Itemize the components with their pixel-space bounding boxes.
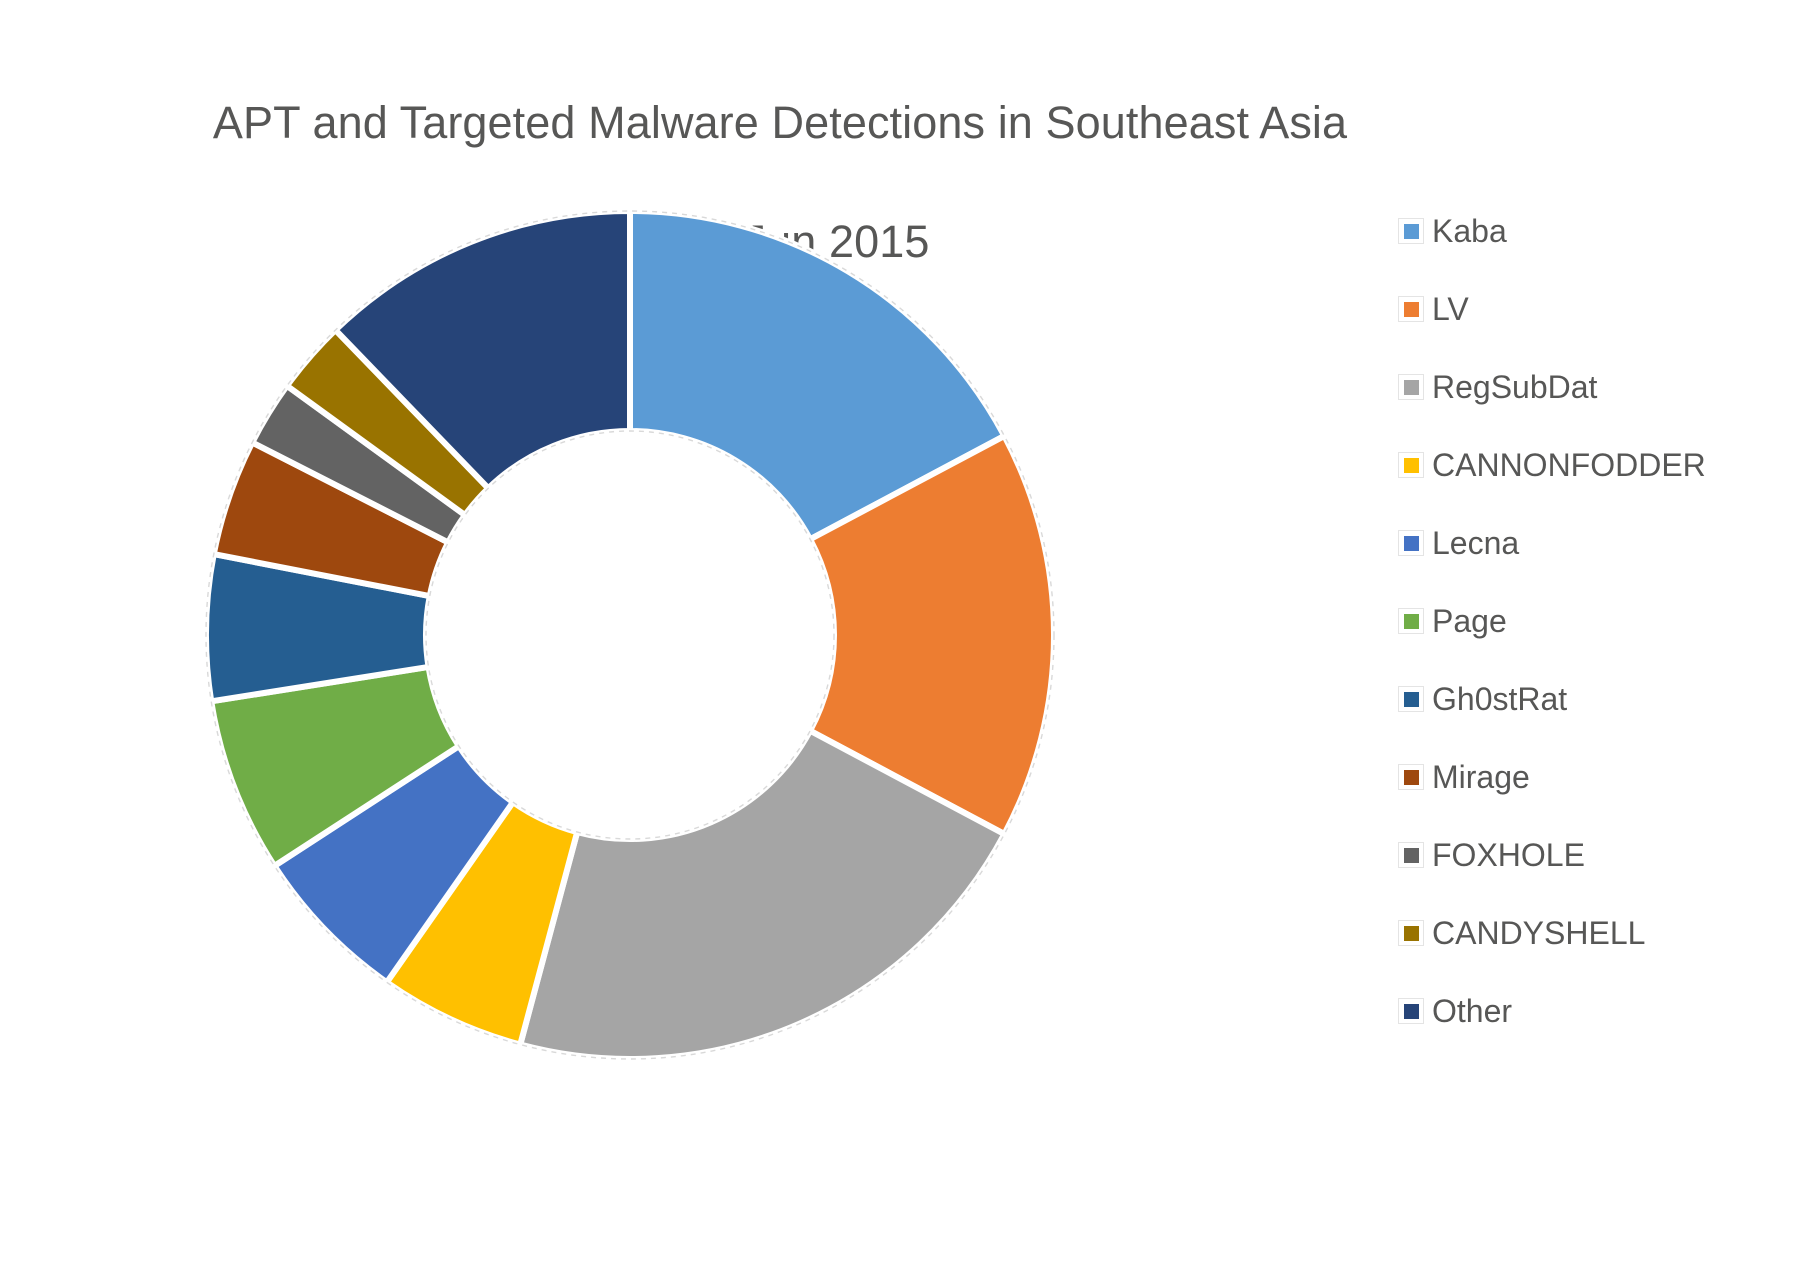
- legend-item[interactable]: CANDYSHELL: [1398, 894, 1798, 972]
- legend-item-label: Gh0stRat: [1432, 681, 1568, 717]
- legend-item[interactable]: Mirage: [1398, 738, 1798, 816]
- legend-swatch-icon: [1398, 686, 1424, 712]
- legend-item-label: Other: [1432, 993, 1513, 1029]
- legend-item[interactable]: Kaba: [1398, 192, 1798, 270]
- legend-swatch-fill: [1403, 925, 1419, 941]
- chart-legend: Kaba LV RegSubDat CANNONFODDER Lecna Page Gh0s…: [1398, 192, 1798, 1050]
- legend-swatch-fill: [1403, 457, 1419, 473]
- legend-swatch-icon: [1398, 608, 1424, 634]
- donut-slice-group: [203, 208, 1057, 1062]
- legend-item-label: CANNONFODDER: [1432, 447, 1706, 483]
- legend-swatch-icon: [1398, 218, 1424, 244]
- legend-item[interactable]: LV: [1398, 270, 1798, 348]
- legend-item[interactable]: RegSubDat: [1398, 348, 1798, 426]
- legend-item-label: Lecna: [1432, 525, 1520, 561]
- legend-swatch-fill: [1403, 301, 1419, 317]
- legend-swatch-fill: [1403, 691, 1419, 707]
- legend-swatch-icon: [1398, 296, 1424, 322]
- legend-swatch-icon: [1398, 920, 1424, 946]
- legend-item-label: Mirage: [1432, 759, 1530, 795]
- legend-item-label: Kaba: [1432, 213, 1507, 249]
- legend-swatch-icon: [1398, 452, 1424, 478]
- legend-swatch-icon: [1398, 998, 1424, 1024]
- legend-item[interactable]: Page: [1398, 582, 1798, 660]
- donut-chart-plot-area: [195, 200, 1065, 1070]
- legend-item[interactable]: CANNONFODDER: [1398, 426, 1798, 504]
- legend-swatch-icon: [1398, 530, 1424, 556]
- legend-swatch-fill: [1403, 1003, 1419, 1019]
- legend-item-label: CANDYSHELL: [1432, 915, 1646, 951]
- legend-swatch-fill: [1403, 535, 1419, 551]
- legend-swatch-fill: [1403, 769, 1419, 785]
- legend-swatch-fill: [1403, 847, 1419, 863]
- legend-item[interactable]: Other: [1398, 972, 1798, 1050]
- donut-chart-svg: [203, 208, 1057, 1062]
- legend-item-label: LV: [1432, 291, 1469, 327]
- legend-item[interactable]: Lecna: [1398, 504, 1798, 582]
- legend-swatch-fill: [1403, 379, 1419, 395]
- legend-item[interactable]: FOXHOLE: [1398, 816, 1798, 894]
- legend-swatch-icon: [1398, 374, 1424, 400]
- legend-item[interactable]: Gh0stRat: [1398, 660, 1798, 738]
- legend-item-label: FOXHOLE: [1432, 837, 1585, 873]
- chart-container: APT and Targeted Malware Detections in S…: [0, 0, 1806, 1276]
- legend-swatch-fill: [1403, 223, 1419, 239]
- legend-swatch-icon: [1398, 764, 1424, 790]
- legend-swatch-icon: [1398, 842, 1424, 868]
- legend-swatch-fill: [1403, 613, 1419, 629]
- chart-title-line-1: APT and Targeted Malware Detections in S…: [212, 97, 1348, 149]
- legend-item-label: Page: [1432, 603, 1507, 639]
- legend-item-label: RegSubDat: [1432, 369, 1598, 405]
